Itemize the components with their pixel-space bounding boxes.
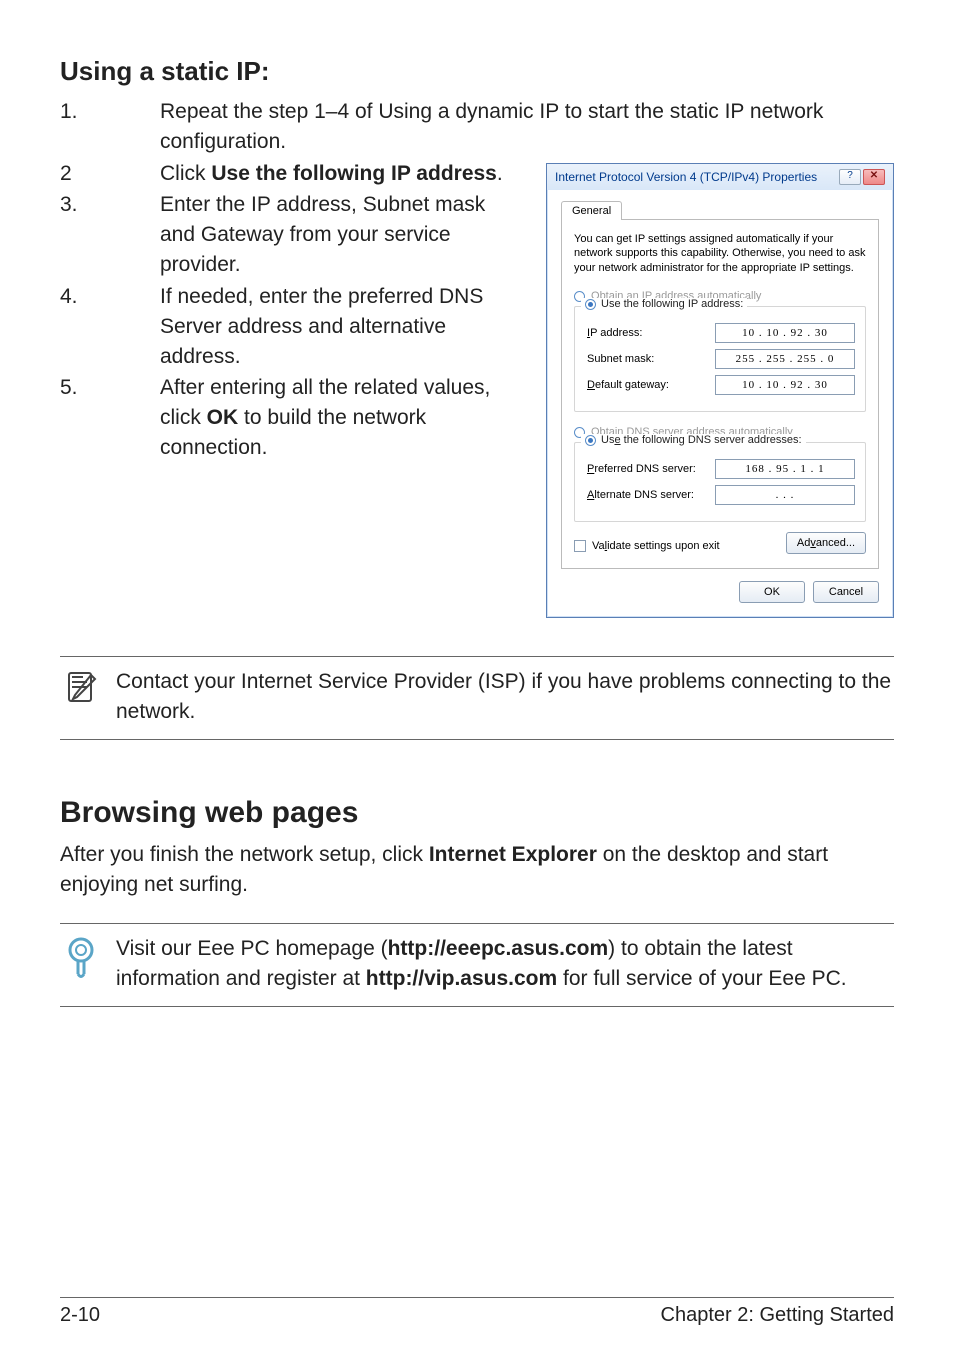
text-fragment: bnet mask: — [600, 353, 654, 365]
text-bold: Internet Explorer — [429, 843, 597, 866]
step-number: 5. — [60, 373, 160, 462]
tab-panel-general: You can get IP settings assigned automat… — [561, 219, 879, 570]
text-bold: OK — [207, 406, 239, 429]
radio-icon — [585, 435, 596, 446]
group-ip-settings: Use the following IP address: IP address… — [574, 306, 866, 412]
cancel-button[interactable]: Cancel — [813, 581, 879, 603]
accel: D — [587, 379, 595, 391]
step-1: 1. Repeat the step 1–4 of Using a dynami… — [60, 97, 894, 157]
step-number: 2 — [60, 159, 160, 189]
help-button[interactable]: ? — [839, 169, 861, 185]
note-icon — [60, 667, 102, 727]
group-dns-settings: Use the following DNS server addresses: … — [574, 442, 866, 522]
field-label: Default gateway: — [587, 379, 715, 391]
preferred-dns-input[interactable]: 168 . 95 . 1 . 1 — [715, 459, 855, 479]
field-ip-address: IP address: 10 . 10 . 92 . 30 — [587, 323, 855, 343]
text-fragment: Us — [601, 298, 614, 310]
page-number: 2-10 — [60, 1304, 100, 1327]
text-fragment: anced... — [816, 537, 855, 549]
field-label: IP address: — [587, 327, 715, 339]
dialog-title-text: Internet Protocol Version 4 (TCP/IPv4) P… — [555, 170, 817, 184]
step-text: Repeat the step 1–4 of Using a dynamic I… — [160, 97, 894, 157]
text-fragment: idate settings upon exit — [607, 540, 720, 552]
subnet-mask-input[interactable]: 255 . 255 . 255 . 0 — [715, 349, 855, 369]
note-box-isp: Contact your Internet Service Provider (… — [60, 656, 894, 740]
radio-label: Use the following DNS server addresses: — [601, 434, 802, 446]
note-text: Contact your Internet Service Provider (… — [116, 667, 894, 727]
chapter-label: Chapter 2: Getting Started — [661, 1304, 894, 1327]
step-text: If needed, enter the preferred DNS Serve… — [160, 282, 524, 371]
text-fragment: the following DNS server addresses: — [621, 434, 802, 446]
ipv4-properties-dialog: Internet Protocol Version 4 (TCP/IPv4) P… — [546, 163, 894, 619]
page-footer: 2-10 Chapter 2: Getting Started — [60, 1297, 894, 1327]
field-label: Subnet mask: — [587, 353, 715, 365]
ip-address-input[interactable]: 10 . 10 . 92 . 30 — [715, 323, 855, 343]
tip-box-homepage: Visit our Eee PC homepage (http://eeepc.… — [60, 923, 894, 1007]
step-3: 3. Enter the IP address, Subnet mask and… — [60, 190, 524, 279]
text-fragment: efault gateway: — [595, 379, 669, 391]
text-fragment: e the following IP address: — [614, 298, 743, 310]
tip-text: Visit our Eee PC homepage (http://eeepc.… — [116, 934, 894, 994]
step-number: 1. — [60, 97, 160, 157]
checkbox-label: Validate settings upon exit — [592, 540, 720, 552]
text-fragment: Va — [592, 540, 605, 552]
step-text: Click Use the following IP address. — [160, 159, 524, 189]
radio-use-following-ip[interactable]: Use the following IP address: — [581, 298, 747, 310]
text-fragment: referred DNS server: — [594, 463, 695, 475]
text-fragment: . — [497, 162, 503, 185]
text-fragment: After you finish the network setup, clic… — [60, 843, 429, 866]
text-bold: http://vip.asus.com — [366, 967, 557, 990]
step-text: After entering all the related values, c… — [160, 373, 524, 462]
radio-use-following-dns[interactable]: Use the following DNS server addresses: — [581, 434, 806, 446]
text-fragment: P address: — [590, 327, 642, 339]
text-bold: http://eeepc.asus.com — [388, 937, 609, 960]
step-2: 2 Click Use the following IP address. — [60, 159, 524, 189]
field-alternate-dns: Alternate DNS server: . . . — [587, 485, 855, 505]
steps-list: 1. Repeat the step 1–4 of Using a dynami… — [60, 97, 894, 157]
paragraph-browsing: After you finish the network setup, clic… — [60, 840, 894, 900]
text-fragment: Click — [160, 162, 211, 185]
step-5: 5. After entering all the related values… — [60, 373, 524, 462]
step-4: 4. If needed, enter the preferred DNS Se… — [60, 282, 524, 371]
step-number: 3. — [60, 190, 160, 279]
text-fragment: lternate DNS server: — [594, 489, 694, 501]
heading-using-static-ip: Using a static IP: — [60, 56, 894, 87]
default-gateway-input[interactable]: 10 . 10 . 92 . 30 — [715, 375, 855, 395]
dialog-description: You can get IP settings assigned automat… — [574, 232, 866, 277]
field-label: Preferred DNS server: — [587, 463, 715, 475]
field-subnet-mask: Subnet mask: 255 . 255 . 255 . 0 — [587, 349, 855, 369]
checkbox-icon — [574, 540, 586, 552]
checkbox-validate-on-exit[interactable]: Validate settings upon exit — [574, 540, 720, 552]
tab-general[interactable]: General — [561, 201, 622, 220]
text-fragment: Su — [587, 353, 600, 365]
heading-browsing-web-pages: Browsing web pages — [60, 796, 894, 830]
ok-button[interactable]: OK — [739, 581, 805, 603]
step-text: Enter the IP address, Subnet mask and Ga… — [160, 190, 524, 279]
radio-icon — [585, 299, 596, 310]
text-fragment: Visit our Eee PC homepage ( — [116, 937, 388, 960]
dialog-titlebar[interactable]: Internet Protocol Version 4 (TCP/IPv4) P… — [547, 164, 893, 190]
advanced-button[interactable]: Advanced... — [786, 532, 866, 554]
field-preferred-dns: Preferred DNS server: 168 . 95 . 1 . 1 — [587, 459, 855, 479]
text-fragment: Ad — [797, 537, 810, 549]
field-label: Alternate DNS server: — [587, 489, 715, 501]
tip-icon — [60, 934, 102, 994]
close-button[interactable]: ✕ — [863, 169, 885, 185]
radio-label: Use the following IP address: — [601, 298, 743, 310]
alternate-dns-input[interactable]: . . . — [715, 485, 855, 505]
text-bold: Use the following IP address — [211, 162, 497, 185]
field-default-gateway: Default gateway: 10 . 10 . 92 . 30 — [587, 375, 855, 395]
steps-list-cont: 2 Click Use the following IP address. 3.… — [60, 159, 524, 463]
step-number: 4. — [60, 282, 160, 371]
text-fragment: for full service of your Eee PC. — [557, 967, 846, 990]
